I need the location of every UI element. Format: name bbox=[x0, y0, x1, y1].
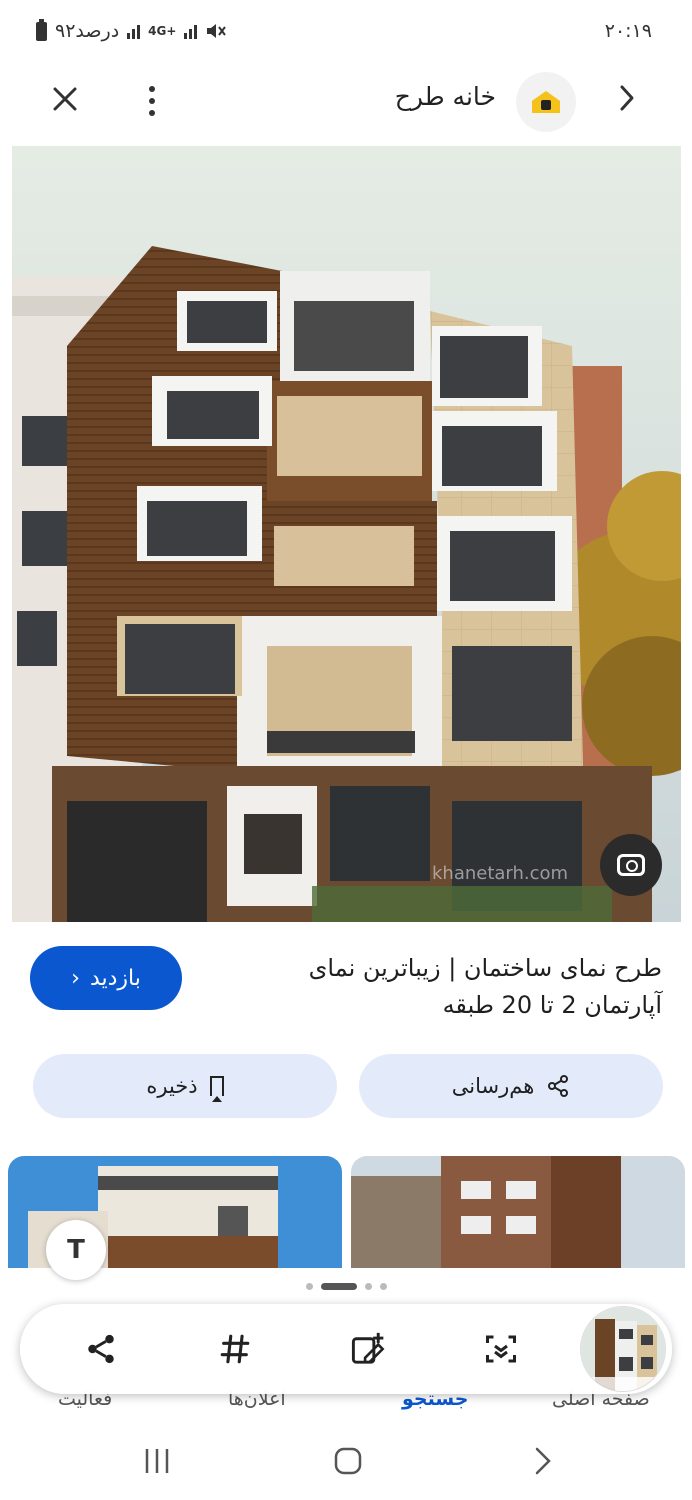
save-label: ذخیره bbox=[146, 1074, 198, 1098]
chevron-left-icon: ‹ bbox=[71, 965, 80, 991]
back-nav-button[interactable] bbox=[528, 1444, 558, 1478]
home-icon bbox=[334, 1447, 362, 1475]
visit-button[interactable]: بازدید ‹ bbox=[30, 946, 182, 1010]
camera-icon bbox=[617, 854, 645, 876]
lens-search-button[interactable] bbox=[600, 834, 662, 896]
mute-icon bbox=[207, 24, 227, 38]
home-button[interactable] bbox=[330, 1444, 366, 1478]
visit-label: بازدید bbox=[89, 965, 141, 991]
status-bar: ۹۲درصد 4G+ ۲۰:۱۹ bbox=[0, 0, 692, 62]
share-button[interactable]: هم‌رسانی bbox=[359, 1054, 663, 1118]
text-icon: T bbox=[67, 1235, 85, 1265]
hashtag-button[interactable] bbox=[212, 1326, 258, 1372]
site-name[interactable]: خانه طرح bbox=[395, 82, 496, 111]
save-button[interactable]: ذخیره bbox=[33, 1054, 337, 1118]
back-button[interactable] bbox=[612, 84, 642, 120]
text-select-button[interactable]: T bbox=[46, 1220, 106, 1280]
building-thumbnail-image bbox=[581, 1307, 665, 1391]
scan-button[interactable] bbox=[478, 1326, 524, 1372]
share-icon bbox=[88, 1334, 114, 1364]
house-logo-icon bbox=[532, 91, 560, 113]
share-tool-button[interactable] bbox=[78, 1326, 124, 1372]
floating-toolbar bbox=[20, 1304, 672, 1394]
result-title[interactable]: طرح نمای ساختمان | زیباترین نمای آپارتما… bbox=[262, 950, 662, 1024]
site-logo[interactable] bbox=[516, 72, 576, 132]
chevron-right-icon bbox=[535, 1447, 551, 1475]
building-facade-image: khanetarh.com bbox=[12, 146, 681, 922]
network-type: 4G+ bbox=[148, 24, 177, 38]
current-image-thumbnail[interactable] bbox=[580, 1306, 666, 1392]
bookmark-icon bbox=[209, 1076, 224, 1102]
close-button[interactable] bbox=[40, 76, 90, 126]
signal-icon bbox=[127, 23, 141, 39]
chevron-right-icon bbox=[620, 85, 634, 111]
status-indicators: ۹۲درصد 4G+ bbox=[36, 18, 227, 42]
related-building-image bbox=[351, 1156, 685, 1268]
battery-percent: ۹۲درصد bbox=[55, 20, 120, 42]
more-vert-icon bbox=[149, 86, 155, 92]
recents-button[interactable] bbox=[140, 1444, 174, 1478]
image-watermark: khanetarh.com bbox=[432, 863, 568, 884]
page-dot-active bbox=[320, 1283, 357, 1290]
related-image-2[interactable] bbox=[351, 1156, 685, 1268]
battery-icon bbox=[36, 18, 47, 41]
share-label: هم‌رسانی bbox=[451, 1074, 535, 1098]
share-icon bbox=[548, 1075, 569, 1097]
add-note-icon bbox=[351, 1332, 385, 1364]
add-note-button[interactable] bbox=[345, 1326, 391, 1372]
page-dot bbox=[379, 1283, 387, 1290]
top-app-bar: خانه طرح bbox=[0, 62, 692, 140]
page-dot bbox=[305, 1283, 313, 1290]
result-image[interactable]: khanetarh.com bbox=[12, 146, 681, 922]
pagination-dots bbox=[0, 1283, 692, 1290]
signal-icon-2 bbox=[184, 23, 198, 39]
hashtag-icon bbox=[220, 1334, 250, 1364]
system-nav-bar bbox=[0, 1430, 692, 1500]
more-options-button[interactable] bbox=[132, 76, 172, 126]
clock: ۲۰:۱۹ bbox=[604, 20, 652, 42]
scan-icon bbox=[486, 1335, 516, 1363]
page-dot bbox=[364, 1283, 372, 1290]
close-icon bbox=[53, 87, 77, 111]
recents-icon bbox=[145, 1449, 169, 1473]
